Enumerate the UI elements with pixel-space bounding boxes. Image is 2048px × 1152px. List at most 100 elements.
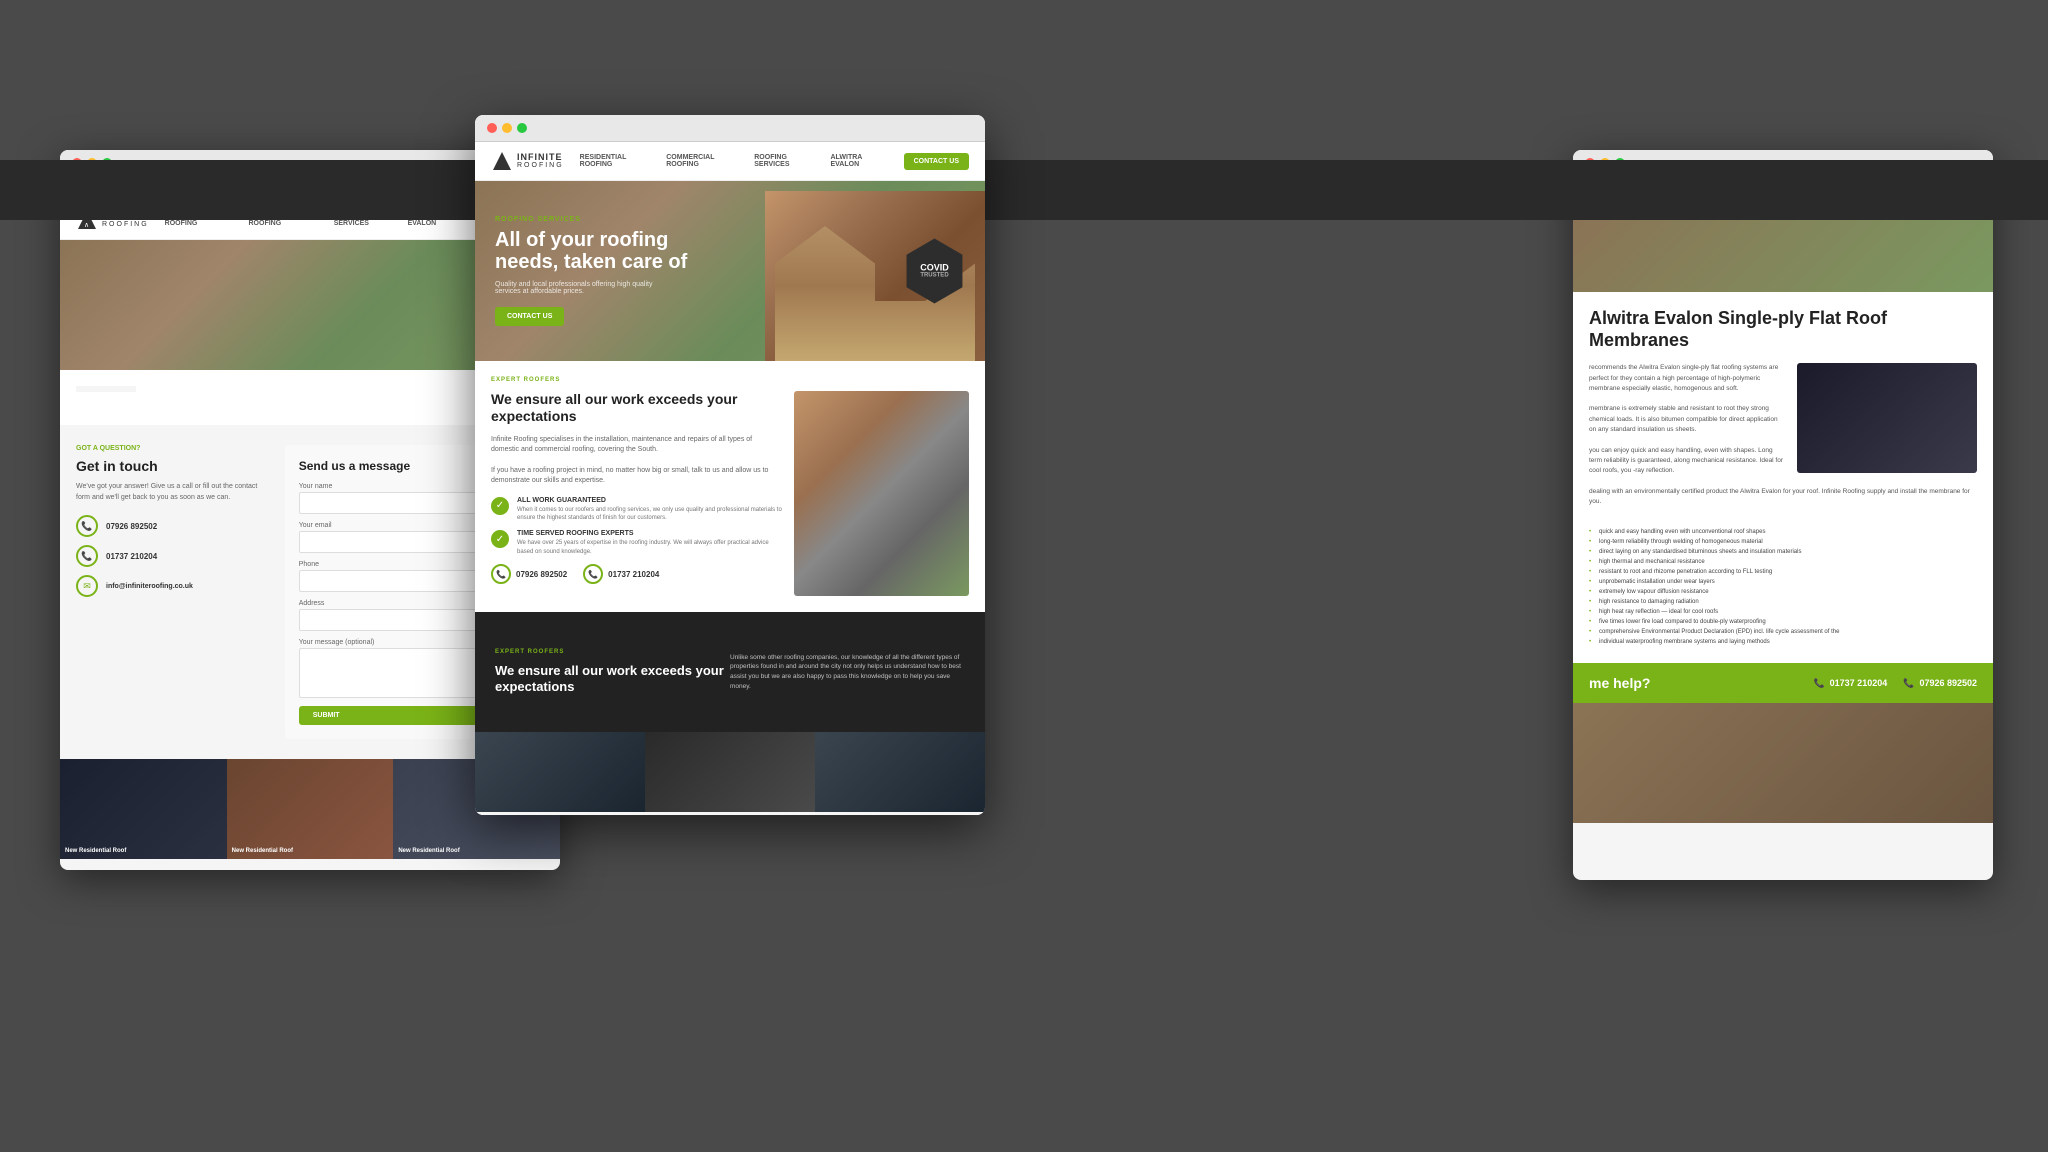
evalon-hero <box>1573 212 1993 292</box>
contact-tag-bar <box>76 386 136 392</box>
help-phone1: 📞 01737 210204 <box>1813 678 1887 689</box>
about-label: EXPERT ROOFERS <box>491 377 969 383</box>
feature1-icon: ✓ <box>491 497 509 515</box>
evalon-content: Alwitra Evalon Single-ply Flat Roof Memb… <box>1573 292 1993 663</box>
evalon-bullets: quick and easy handling even with unconv… <box>1589 517 1977 647</box>
nav-residential-main[interactable]: RESIDENTIAL ROOFING <box>580 154 655 168</box>
service-img-1 <box>475 732 645 812</box>
contact-phone1: 📞 07926 892502 <box>76 515 269 537</box>
browser-chrome-main <box>475 115 985 142</box>
contact-info: GOT A QUESTION? Get in touch We've got y… <box>76 445 269 739</box>
feature2-title: TIME SERVED ROOFING EXPERTS <box>517 530 782 537</box>
bullet-5: resistant to root and rhizome penetratio… <box>1589 567 1977 577</box>
photo-residential-2: New Residential Roof <box>227 759 394 859</box>
bullet-12: individual waterproofing membrane system… <box>1589 637 1977 647</box>
hero2-label: EXPERT ROOFERS <box>495 649 730 655</box>
contact-phone2: 📞 01737 210204 <box>76 545 269 567</box>
help-phone2: 📞 07926 892502 <box>1903 678 1977 689</box>
evalon-title: Alwitra Evalon Single-ply Flat Roof Memb… <box>1589 308 1977 351</box>
hero-section-2: EXPERT ROOFERS We ensure all our work ex… <box>475 612 985 732</box>
tl-yellow-main[interactable] <box>502 123 512 133</box>
phone1-text: 07926 892502 <box>106 522 157 531</box>
phone-item-2: 📞 01737 210204 <box>583 564 659 584</box>
service-images <box>475 732 985 812</box>
bullet-10: five times lower fire load compared to d… <box>1589 617 1977 627</box>
about-row: We ensure all our work exceeds your expe… <box>491 391 969 596</box>
help-text: me help? <box>1589 675 1650 691</box>
feature-2: ✓ TIME SERVED ROOFING EXPERTS We have ov… <box>491 530 782 556</box>
photo-residential-1: New Residential Roof <box>60 759 227 859</box>
logo-text-sub-left: ROOFING <box>102 221 149 228</box>
hero2-content: EXPERT ROOFERS We ensure all our work ex… <box>495 649 730 694</box>
hero-subtitle: Quality and local professionals offering… <box>495 281 675 295</box>
help-phone2-num: 07926 892502 <box>1919 678 1977 688</box>
logo-icon-main <box>491 150 513 172</box>
tl-green-main[interactable] <box>517 123 527 133</box>
phone2-icon-help: 📞 <box>1903 678 1914 689</box>
browser-main: INFINITE ROOFING RESIDENTIAL ROOFING COM… <box>475 115 985 815</box>
feature2-desc: We have over 25 years of expertise in th… <box>517 539 782 556</box>
traffic-lights-main <box>487 123 527 133</box>
covid-trusted: TRUSTED <box>920 273 949 280</box>
covid-badge: COVID TRUSTED <box>902 239 967 304</box>
services-grid: 🏠 Residential Roofing We offer a wide ra… <box>475 812 985 815</box>
photo-label-2: New Residential Roof <box>232 848 293 854</box>
phone2-text: 01737 210204 <box>106 552 157 561</box>
help-phone1-num: 01737 210204 <box>1830 678 1888 688</box>
about-desc1: Infinite Roofing specialises in the inst… <box>491 435 782 456</box>
phone2-num: 01737 210204 <box>608 570 659 579</box>
desktop: ⊕✏☆ infiniteroofing.co.uk/contact ∧ INFI… <box>0 0 2048 1152</box>
contact-title: Get in touch <box>76 458 269 474</box>
feature1-desc: When it comes to our roofers and roofing… <box>517 506 782 523</box>
bullet-6: unprobematic installation under wear lay… <box>1589 577 1977 587</box>
phone1-circle-icon: 📞 <box>491 564 511 584</box>
service-img-3 <box>815 732 985 812</box>
feature2-check: ✓ <box>496 534 504 545</box>
email-icon: ✉ <box>76 575 98 597</box>
logo-text-sub: ROOFING <box>517 162 564 169</box>
bullet-9: high heat ray reflection — ideal for coo… <box>1589 607 1977 617</box>
browser-evalon: INFINITE ROOFING RESIDENTIAL ROOFING COM… <box>1573 150 1993 880</box>
phone1-icon: 📞 <box>76 515 98 537</box>
feature1-content: ALL WORK GUARANTEED When it comes to our… <box>517 497 782 523</box>
feature-1: ✓ ALL WORK GUARANTEED When it comes to o… <box>491 497 782 523</box>
feature2-icon: ✓ <box>491 530 509 548</box>
about-desc2: If you have a roofing project in mind, n… <box>491 466 782 487</box>
bullet-11: comprehensive Environmental Product Decl… <box>1589 627 1977 637</box>
hero-title: All of your roofing needs, taken care of <box>495 229 695 273</box>
contact-email: ✉ info@infiniteroofing.co.uk <box>76 575 269 597</box>
tl-red-main[interactable] <box>487 123 497 133</box>
nav-commercial-main[interactable]: COMMERCIAL ROOFING <box>666 154 742 168</box>
nav-evalon-main[interactable]: ALWITRA EVALON <box>830 154 887 168</box>
covid-badge-container: COVID TRUSTED <box>902 239 967 304</box>
nav-services-main[interactable]: ROOFING SERVICES <box>754 154 818 168</box>
photo-label-3: New Residential Roof <box>398 848 459 854</box>
nav-bar-main: INFINITE ROOFING RESIDENTIAL ROOFING COM… <box>475 142 985 181</box>
hero2-desc: Unlike some other roofing companies, our… <box>730 653 965 692</box>
service-img-2 <box>645 732 815 812</box>
help-phones: 📞 01737 210204 📞 07926 892502 <box>1813 678 1977 689</box>
evalon-para4: dealing with an environmentally certifie… <box>1589 487 1977 508</box>
wide-browser-bar <box>0 160 2048 220</box>
phone2-circle-icon: 📞 <box>583 564 603 584</box>
help-bar: me help? 📞 01737 210204 📞 07926 892502 <box>1573 663 1993 703</box>
contact-btn-main[interactable]: CONTACT US <box>904 153 969 170</box>
feature1-check: ✓ <box>496 500 504 511</box>
logo-main[interactable]: INFINITE ROOFING <box>491 150 564 172</box>
about-section: EXPERT ROOFERS We ensure all our work ex… <box>475 361 985 612</box>
bullet-7: extremely low vapour diffusion resistanc… <box>1589 587 1977 597</box>
hero2-title: We ensure all our work exceeds your expe… <box>495 663 730 694</box>
about-house-image <box>794 391 969 596</box>
logo-text-main: INFINITE <box>517 153 564 162</box>
hero-label: ROOFING SERVICES <box>495 216 965 223</box>
phone-row: 📞 07926 892502 📞 01737 210204 <box>491 564 782 584</box>
evalon-flat-roof-image <box>1797 363 1977 473</box>
bullet-4: high thermal and mechanical resistance <box>1589 557 1977 567</box>
bullet-1: quick and easy handling even with unconv… <box>1589 527 1977 537</box>
about-text: We ensure all our work exceeds your expe… <box>491 391 782 596</box>
phone1-num: 07926 892502 <box>516 570 567 579</box>
hero-main: ROOFING SERVICES All of your roofing nee… <box>475 181 985 361</box>
phone-item-1: 📞 07926 892502 <box>491 564 567 584</box>
feature1-title: ALL WORK GUARANTEED <box>517 497 782 504</box>
hero-contact-btn[interactable]: CONTACT US <box>495 307 564 326</box>
